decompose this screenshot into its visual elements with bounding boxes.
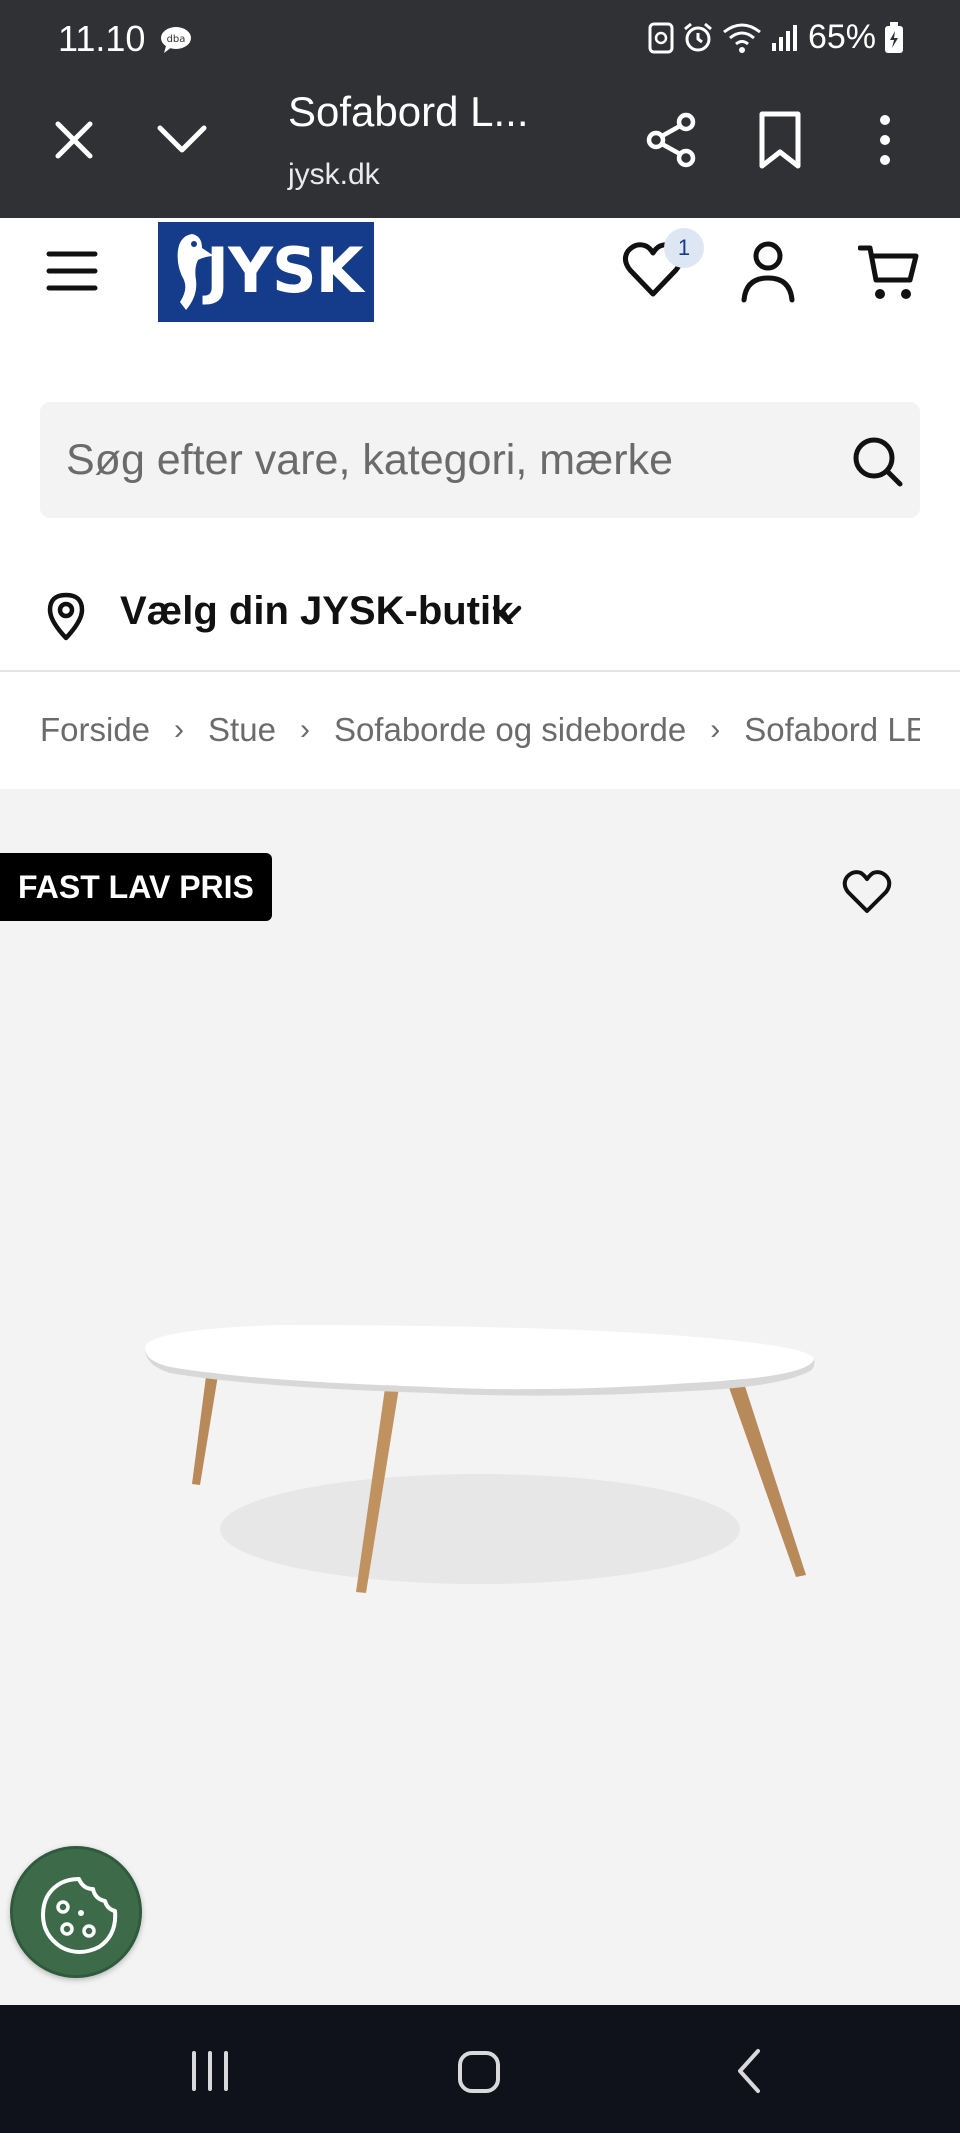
chevron-right-icon: › [174, 713, 185, 746]
close-icon[interactable] [44, 110, 104, 170]
store-selector-label: Vælg din JYSK-butik [120, 589, 514, 633]
price-badge: FAST LAV PRIS [0, 853, 272, 921]
location-pin-icon [46, 591, 86, 641]
status-icons: 65% [648, 18, 904, 57]
recycle-icon [648, 22, 674, 54]
search-icon[interactable] [852, 436, 904, 488]
dba-chat-icon: dba [160, 26, 192, 54]
status-bar: 11.10 dba 65% [0, 0, 960, 80]
status-time: 11.10 [58, 18, 146, 59]
heart-icon[interactable] [842, 869, 892, 915]
cart-icon[interactable] [857, 242, 920, 302]
cookie-icon [41, 1877, 118, 1954]
wishlist-count-badge: 1 [664, 228, 704, 268]
battery-icon [884, 21, 904, 54]
divider [0, 670, 960, 672]
page-title: Sofabord L... [288, 88, 529, 135]
site-header: JYSK 1 [0, 218, 960, 332]
chevron-down-icon[interactable] [150, 110, 214, 170]
breadcrumb-item-stue[interactable]: Stue [208, 711, 276, 749]
breadcrumb-item-current: Sofabord LE [744, 711, 920, 748]
home-icon[interactable] [456, 2049, 502, 2095]
bookmark-icon[interactable] [750, 108, 810, 172]
account-icon[interactable] [740, 238, 796, 304]
hamburger-menu-icon[interactable] [46, 248, 98, 294]
search-bar [40, 402, 920, 518]
chevron-down-icon [490, 603, 524, 627]
product-gallery[interactable]: FAST LAV PRIS [0, 789, 960, 2005]
share-icon[interactable] [640, 108, 704, 172]
store-selector[interactable]: Vælg din JYSK-butik [0, 575, 960, 675]
alarm-icon [682, 22, 714, 54]
breadcrumb: Forside › Stue › Sofaborde og sideborde … [40, 702, 920, 758]
recent-apps-icon[interactable] [188, 2049, 232, 2093]
system-nav-bar [0, 2005, 960, 2133]
jysk-logo[interactable]: JYSK [158, 222, 374, 322]
page-url: jysk.dk [288, 158, 380, 191]
chevron-right-icon: › [710, 713, 721, 746]
chevron-right-icon: › [299, 713, 310, 746]
breadcrumb-item-forside[interactable]: Forside [40, 711, 150, 749]
browser-header: 11.10 dba 65% Sofabord L... jysk.dk [0, 0, 960, 218]
logo-text: JYSK [206, 234, 364, 307]
more-vert-icon[interactable] [865, 108, 905, 172]
svg-text:dba: dba [167, 34, 186, 45]
cookie-settings-button[interactable] [10, 1846, 142, 1978]
breadcrumb-item-sofaborde[interactable]: Sofaborde og sideborde [334, 711, 686, 749]
product-image [144, 1325, 815, 1593]
battery-percent: 65% [807, 18, 876, 56]
signal-icon [770, 23, 800, 53]
wifi-icon [722, 22, 762, 54]
search-input[interactable] [66, 402, 826, 518]
back-icon[interactable] [734, 2047, 764, 2095]
